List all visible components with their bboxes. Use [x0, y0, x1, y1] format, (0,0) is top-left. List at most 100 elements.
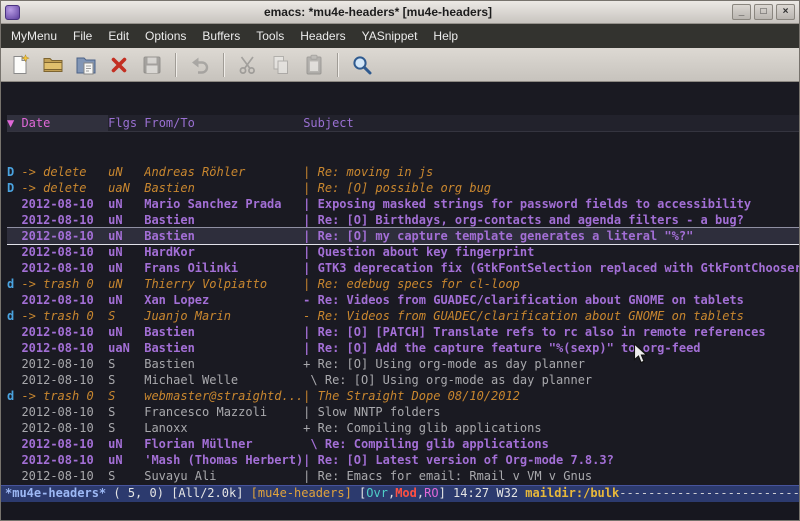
toolbar	[1, 48, 799, 82]
message-row[interactable]: 2012-08-10uN'Mash (Thomas Herbert)| Re: …	[7, 452, 799, 468]
close-button[interactable]: ×	[776, 4, 795, 20]
cell-date: -> delete	[21, 180, 108, 196]
message-row[interactable]: 2012-08-10uNHardKor| Question about key …	[7, 244, 799, 260]
cell-mark	[7, 292, 21, 308]
message-row[interactable]: 2012-08-10SSuvayu Ali| Re: Emacs for ema…	[7, 468, 799, 484]
cell-from: webmaster@straightd...	[144, 388, 303, 404]
modeline-plain: ( 5, 0)	[106, 486, 171, 500]
column-flags[interactable]: Flgs	[108, 115, 144, 131]
message-row[interactable]: 2012-08-10uNBastien| Re: [O] [PATCH] Tra…	[7, 324, 799, 340]
message-row[interactable]: 2012-08-10uNMario Sanchez Prada| Exposin…	[7, 196, 799, 212]
cell-mark	[7, 452, 21, 468]
cell-subj: | The Straight Dope 08/10/2012	[303, 388, 799, 404]
message-row[interactable]: 2012-08-10uaNBastien| Re: [O] Add the ca…	[7, 340, 799, 356]
cell-flags: S	[108, 356, 144, 372]
modeline-plain: 14:27	[453, 486, 496, 500]
cell-from: Mario Sanchez Prada	[144, 196, 303, 212]
cell-flags: uN	[108, 164, 144, 180]
cell-from: Frans Oilinki	[144, 260, 303, 276]
cell-date: 2012-08-10	[21, 228, 108, 244]
menu-help[interactable]: Help	[425, 24, 466, 48]
cell-subj: | GTK3 deprecation fix (GtkFontSelection…	[303, 260, 799, 276]
paste-button	[299, 51, 329, 79]
open-file-button[interactable]	[38, 51, 68, 79]
column-date[interactable]: ▼ Date	[7, 115, 108, 131]
cell-flags: S	[108, 404, 144, 420]
menu-headers[interactable]: Headers	[292, 24, 353, 48]
mu4e-headers-buffer[interactable]: ▼ DateFlgsFrom/ToSubject D-> deleteuNAnd…	[1, 82, 799, 485]
cell-mark	[7, 436, 21, 452]
cell-from: 'Mash (Thomas Herbert)	[144, 452, 303, 468]
toolbar-separator	[337, 53, 339, 77]
menu-edit[interactable]: Edit	[100, 24, 137, 48]
cell-flags: S	[108, 388, 144, 404]
cell-from: Bastien	[144, 340, 303, 356]
message-row[interactable]: D-> deleteuaNBastien| Re: [O] possible o…	[7, 180, 799, 196]
message-row[interactable]: 2012-08-10uNFrans Oilinki| GTK3 deprecat…	[7, 260, 799, 276]
cell-mark: D	[7, 164, 21, 180]
cell-subj: | Re: edebug specs for cl-loop	[303, 276, 799, 292]
titlebar[interactable]: emacs: *mu4e-headers* [mu4e-headers] _ □…	[1, 1, 799, 24]
message-row[interactable]: D-> deleteuNAndreas Röhler| Re: moving i…	[7, 164, 799, 180]
cell-flags: uN	[108, 228, 144, 244]
cell-date: 2012-08-10	[21, 244, 108, 260]
cell-subj: \ Re: Compiling glib applications	[303, 436, 799, 452]
cell-date: 2012-08-10	[21, 468, 108, 484]
cut-button	[233, 51, 263, 79]
cell-from: Andreas Röhler	[144, 164, 303, 180]
message-row[interactable]: d-> trash 0uNThierry Volpiatto| Re: edeb…	[7, 276, 799, 292]
dired-button[interactable]	[71, 51, 101, 79]
message-row-current[interactable]: 2012-08-10uNBastien| Re: [O] my capture …	[7, 228, 799, 244]
column-subject[interactable]: Subject	[303, 115, 799, 131]
menu-buffers[interactable]: Buffers	[194, 24, 248, 48]
menu-tools[interactable]: Tools	[248, 24, 292, 48]
kill-buffer-button[interactable]	[104, 51, 134, 79]
cell-date: 2012-08-10	[21, 292, 108, 308]
cell-subj: + Re: Compiling glib applications	[303, 420, 799, 436]
message-row[interactable]: d-> trash 0Swebmaster@straightd...| The …	[7, 388, 799, 404]
message-row[interactable]: 2012-08-10uNFlorian Müllner \ Re: Compil…	[7, 436, 799, 452]
cell-from: Michael Welle	[144, 372, 303, 388]
search-button[interactable]	[347, 51, 377, 79]
save-icon	[141, 54, 163, 76]
column-from[interactable]: From/To	[144, 115, 303, 131]
maximize-button[interactable]: □	[754, 4, 773, 20]
cell-date: 2012-08-10	[21, 404, 108, 420]
menu-options[interactable]: Options	[137, 24, 194, 48]
message-row[interactable]: 2012-08-10SMichael Welle \ Re: [O] Using…	[7, 372, 799, 388]
cell-subj: | Re: [O] Birthdays, org-contacts and ag…	[303, 212, 799, 228]
modeline-buffer: *mu4e-headers*	[5, 486, 106, 500]
message-row[interactable]: 2012-08-10SLanoxx+ Re: Compiling glib ap…	[7, 420, 799, 436]
cell-flags: uN	[108, 324, 144, 340]
menu-yasnippet[interactable]: YASnippet	[354, 24, 426, 48]
modeline-dir: maildir:/bulk	[525, 486, 619, 500]
menu-file[interactable]: File	[65, 24, 100, 48]
cell-subj: | Re: [O] Latest version of Org-mode 7.8…	[303, 452, 799, 468]
message-row[interactable]: 2012-08-10SFrancesco Mazzoli| Slow NNTP …	[7, 404, 799, 420]
cell-date: 2012-08-10	[21, 420, 108, 436]
message-row[interactable]: d-> trash 0SJuanjo Marin- Re: Videos fro…	[7, 308, 799, 324]
cell-flags: uN	[108, 244, 144, 260]
message-row[interactable]: 2012-08-10SBastien+ Re: [O] Using org-mo…	[7, 356, 799, 372]
message-row[interactable]: 2012-08-10uNBastien| Re: [O] Birthdays, …	[7, 212, 799, 228]
window-buttons: _ □ ×	[732, 4, 795, 20]
modeline-mode: [mu4e-headers]	[251, 486, 359, 500]
mode-line[interactable]: *mu4e-headers* ( 5, 0) [All/2.0k] [mu4e-…	[1, 485, 799, 502]
cell-date: 2012-08-10	[21, 212, 108, 228]
message-row[interactable]: 2012-08-10uNXan Lopez- Re: Videos from G…	[7, 292, 799, 308]
cell-from: Bastien	[144, 324, 303, 340]
menu-mymenu[interactable]: MyMenu	[3, 24, 65, 48]
cell-subj: | Question about key fingerprint	[303, 244, 799, 260]
open-folder-icon	[42, 54, 64, 76]
new-file-button[interactable]	[5, 51, 35, 79]
toolbar-separator	[223, 53, 225, 77]
cell-subj: - Re: Videos from GUADEC/clarification a…	[303, 292, 799, 308]
cell-subj: + Re: [O] Using org-mode as day planner	[303, 356, 799, 372]
minimize-button[interactable]: _	[732, 4, 751, 20]
cell-mark	[7, 196, 21, 212]
cell-mark	[7, 260, 21, 276]
cell-date: 2012-08-10	[21, 324, 108, 340]
cell-flags: uN	[108, 276, 144, 292]
cell-date: 2012-08-10	[21, 452, 108, 468]
modeline-ovr: Ovr	[366, 486, 388, 500]
